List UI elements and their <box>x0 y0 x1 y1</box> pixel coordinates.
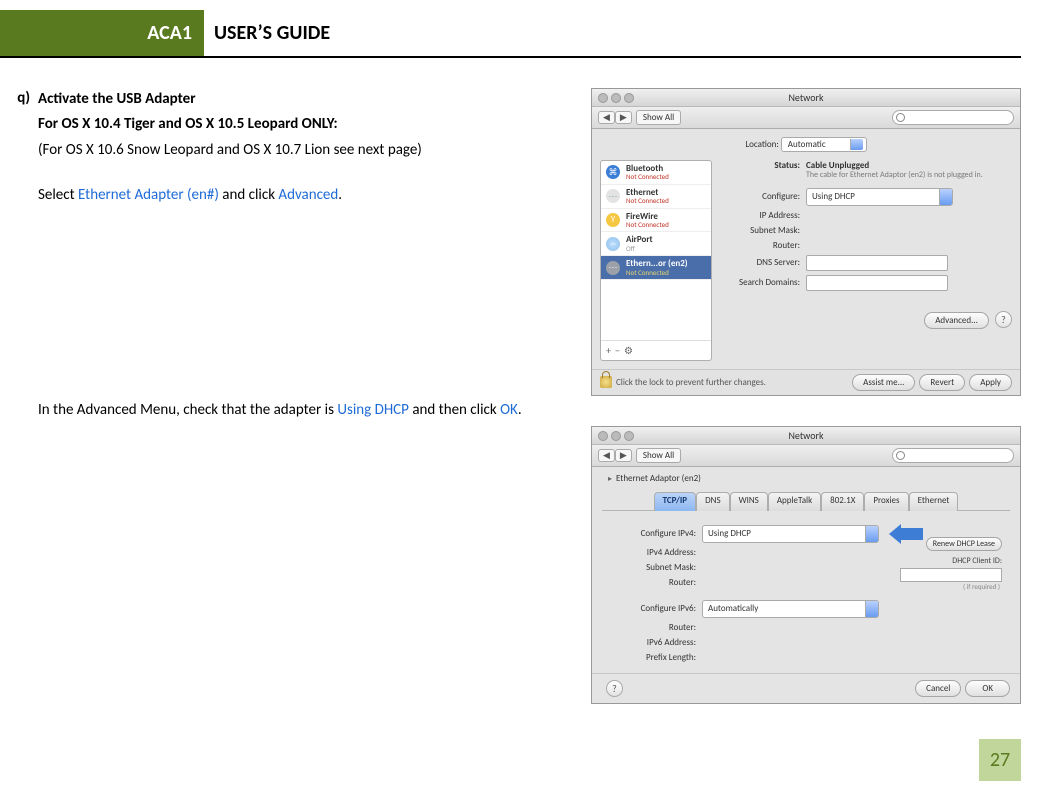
sidebar-item-bluetooth[interactable]: ⌘ BluetoothNot Connected <box>601 161 711 185</box>
configure-ipv6-row: Configure IPv6: Automatically <box>606 600 1006 618</box>
location-select[interactable]: Automatic <box>781 137 867 152</box>
configure-ipv4-select[interactable]: Using DHCP <box>702 525 879 543</box>
line-select: Select Ethernet Adapter (en#) and click … <box>38 184 571 207</box>
search-input[interactable] <box>892 110 1014 125</box>
sidebar-item-ethernet-adaptor-en2[interactable]: ⋯ Ethern...or (en2)Not Connected <box>601 256 711 280</box>
subnet-mask-label: Subnet Mask: <box>606 562 696 573</box>
nav-forward-button[interactable]: ▶ <box>615 449 632 462</box>
screenshot-network-prefs: Network ◀ ▶ Show All Location: Automatic… <box>591 88 1021 396</box>
tab-wins[interactable]: WINS <box>730 492 768 511</box>
link-ok: OK <box>500 401 518 419</box>
tab-dns[interactable]: DNS <box>696 492 729 511</box>
page-header: ACA1 USER’S GUIDE <box>0 10 1021 58</box>
step-marker: q) <box>0 88 38 734</box>
window-titlebar: Network <box>592 427 1020 445</box>
line-note: (For OS X 10.6 Snow Leopard and OS X 10.… <box>38 139 571 162</box>
configure-ipv6-select[interactable]: Automatically <box>702 600 879 618</box>
panel-footer: ? Cancel OK <box>592 673 1020 703</box>
line-os-scope: For OS X 10.4 Tiger and OS X 10.5 Leopar… <box>38 113 571 136</box>
airport-icon: ⌢ <box>606 237 620 251</box>
advanced-button[interactable]: Advanced... <box>924 312 989 329</box>
traffic-lights-icon <box>598 431 634 441</box>
instruction-text: Activate the USB Adapter For OS X 10.4 T… <box>38 88 591 734</box>
dhcp-client-id-label: DHCP Client ID: <box>952 556 1002 566</box>
revert-button[interactable]: Revert <box>919 374 965 391</box>
show-all-button[interactable]: Show All <box>636 110 681 125</box>
window-title: Network <box>788 429 823 442</box>
assist-me-button[interactable]: Assist me... <box>852 374 915 391</box>
ipv4-address-label: IPv4 Address: <box>606 547 696 558</box>
line-advanced-menu: In the Advanced Menu, check that the ada… <box>38 399 571 422</box>
nav-back-button[interactable]: ◀ <box>598 449 615 462</box>
search-input[interactable] <box>892 448 1014 463</box>
tab-8021x[interactable]: 802.1X <box>821 492 864 511</box>
if-required-label: ( if required ) <box>892 582 1002 591</box>
tab-appletalk[interactable]: AppleTalk <box>768 492 821 511</box>
chevron-icon: ▸ <box>608 474 612 484</box>
location-label: Location: <box>745 139 778 150</box>
screenshot-advanced-tcpip: Network ◀ ▶ Show All ▸Ethernet Adaptor (… <box>591 426 1021 704</box>
lock-icon[interactable] <box>600 376 612 388</box>
ipv6-address-label: IPv6 Address: <box>606 637 696 648</box>
configure-row: Configure: Using DHCP <box>720 188 1012 206</box>
status-label: Status: <box>720 160 800 180</box>
traffic-lights-icon <box>598 93 634 103</box>
renew-dhcp-lease-button[interactable]: Renew DHCP Lease <box>926 537 1002 551</box>
sidebar-item-ethernet[interactable]: ⋯ EthernetNot Connected <box>601 185 711 209</box>
header-badge: ACA1 <box>0 10 204 56</box>
tabs: TCP/IP DNS WINS AppleTalk 802.1X Proxies… <box>602 492 1010 511</box>
prefix-length-label: Prefix Length: <box>606 652 696 663</box>
sidebar-item-firewire[interactable]: Y FireWireNot Connected <box>601 209 711 233</box>
tab-tcpip[interactable]: TCP/IP <box>654 492 697 511</box>
status-description: The cable for Ethernet Adaptor (en2) is … <box>806 171 1012 180</box>
nav-back-button[interactable]: ◀ <box>598 111 615 124</box>
add-interface-button[interactable]: + <box>606 344 611 357</box>
window-titlebar: Network <box>592 89 1020 107</box>
help-button[interactable]: ? <box>606 680 623 697</box>
router-label: Router: <box>606 577 696 588</box>
ethernet-adaptor-icon: ⋯ <box>606 261 620 275</box>
gear-icon[interactable]: ⚙︎ <box>624 344 633 357</box>
window-toolbar: ◀ ▶ Show All <box>592 445 1020 467</box>
cancel-button[interactable]: Cancel <box>915 680 961 697</box>
tab-ethernet[interactable]: Ethernet <box>909 492 959 511</box>
apply-button[interactable]: Apply <box>969 374 1012 391</box>
link-ethernet-adapter: Ethernet Adapter (en#) <box>78 186 219 204</box>
dns-server-label: DNS Server: <box>720 257 800 268</box>
line-activate: Activate the USB Adapter <box>38 88 571 111</box>
remove-interface-button[interactable]: − <box>615 344 620 357</box>
router-label: Router: <box>720 240 800 251</box>
lock-text: Click the lock to prevent further change… <box>616 377 766 388</box>
search-domains-field[interactable] <box>806 275 948 291</box>
sidebar-tools: + − ⚙︎ <box>601 340 711 360</box>
help-button[interactable]: ? <box>995 311 1012 328</box>
configure-select[interactable]: Using DHCP <box>806 188 953 206</box>
dns-server-field[interactable] <box>806 255 948 271</box>
dhcp-client-id-field[interactable] <box>900 568 1002 582</box>
page-number: 27 <box>979 739 1021 781</box>
ok-button[interactable]: OK <box>965 680 1010 697</box>
sidebar-item-airport[interactable]: ⌢ AirPortOff <box>601 232 711 256</box>
interfaces-sidebar: ⌘ BluetoothNot Connected ⋯ EthernetNot C… <box>600 160 712 361</box>
interface-details: Status: Cable Unplugged The cable for Et… <box>720 160 1012 361</box>
router6-label: Router: <box>606 622 696 633</box>
breadcrumb: ▸Ethernet Adaptor (en2) <box>592 467 1020 486</box>
subnet-mask-label: Subnet Mask: <box>720 225 800 236</box>
nav-forward-button[interactable]: ▶ <box>615 111 632 124</box>
window-title: Network <box>788 91 823 104</box>
header-title: USER’S GUIDE <box>204 10 330 56</box>
ethernet-icon: ⋯ <box>606 189 620 203</box>
tab-proxies[interactable]: Proxies <box>864 492 908 511</box>
bluetooth-icon: ⌘ <box>606 165 620 179</box>
location-row: Location: Automatic <box>600 137 1012 152</box>
search-domains-label: Search Domains: <box>720 277 800 288</box>
ip-address-label: IP Address: <box>720 210 800 221</box>
link-using-dhcp: Using DHCP <box>337 401 409 419</box>
panel-footer: Click the lock to prevent further change… <box>592 369 1020 395</box>
show-all-button[interactable]: Show All <box>636 448 681 463</box>
link-advanced: Advanced <box>278 186 338 204</box>
firewire-icon: Y <box>606 213 620 227</box>
window-toolbar: ◀ ▶ Show All <box>592 107 1020 129</box>
